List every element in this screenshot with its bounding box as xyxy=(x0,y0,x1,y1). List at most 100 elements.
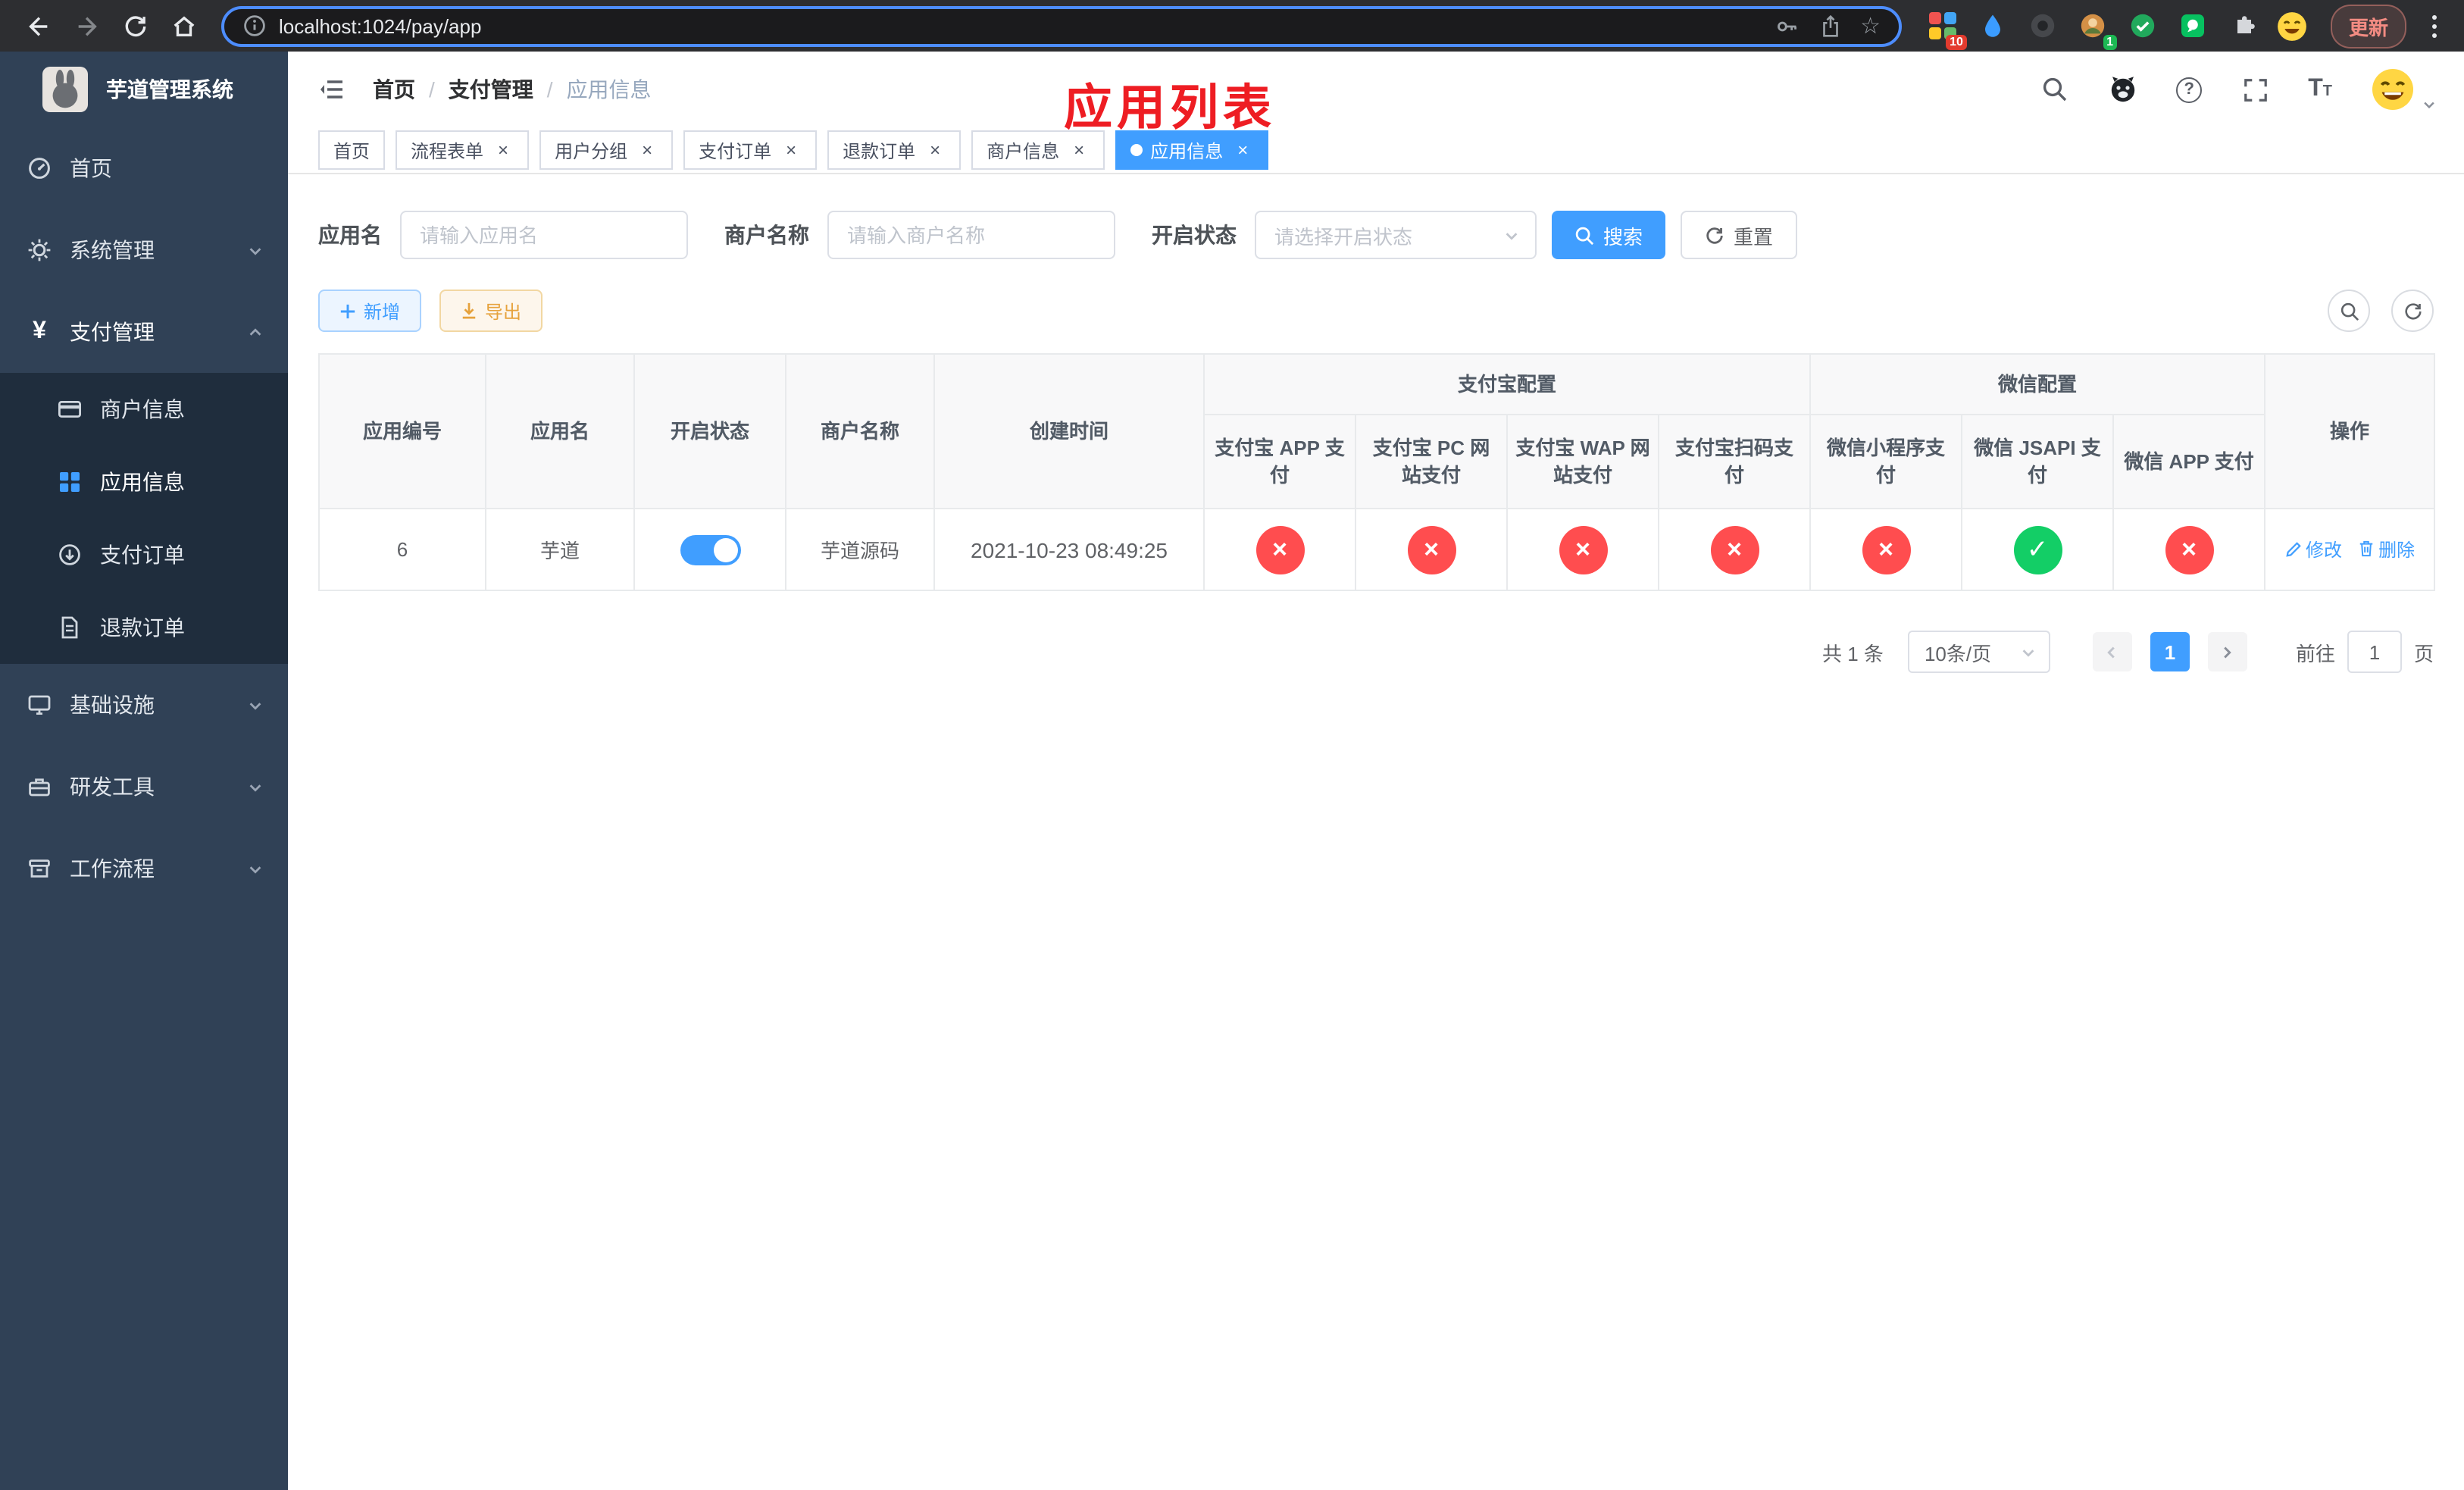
chevron-down-icon xyxy=(1506,232,1518,239)
browser-profile-smiley-icon[interactable] xyxy=(2273,6,2312,45)
avatar-smiley-icon xyxy=(2372,69,2413,110)
status-select[interactable]: 请选择开启状态 xyxy=(1255,211,1537,259)
col-app-id: 应用编号 xyxy=(318,353,486,509)
dashboard-icon xyxy=(27,156,52,180)
total-count: 共 1 条 xyxy=(1822,642,1884,665)
col-app-name: 应用名 xyxy=(485,353,635,509)
tab-app-info[interactable]: 应用信息 × xyxy=(1115,130,1269,170)
prev-page-button[interactable] xyxy=(2092,632,2132,671)
tab-home[interactable]: 首页 xyxy=(318,130,386,170)
col-actions: 操作 xyxy=(2264,353,2436,509)
merchant-name-input[interactable] xyxy=(827,211,1115,259)
chevron-up-icon xyxy=(247,324,264,340)
reload-button[interactable] xyxy=(112,5,158,47)
app-name-input[interactable] xyxy=(400,211,688,259)
table-row: 6 芋道 芋道源码 2021-10-23 08:49:25 × × × × × … xyxy=(318,508,2436,591)
cross-icon: × xyxy=(1710,525,1759,574)
close-icon[interactable]: × xyxy=(1068,139,1090,161)
refresh-table-button[interactable] xyxy=(2391,290,2434,332)
back-button[interactable] xyxy=(15,5,61,47)
archive-box-icon xyxy=(27,856,52,881)
bookmark-star-icon[interactable]: ☆ xyxy=(1860,14,1881,37)
sidebar-item-payment[interactable]: ¥ 支付管理 xyxy=(0,291,288,373)
sidebar-item-workflow[interactable]: 工作流程 xyxy=(0,828,288,909)
download-icon xyxy=(462,302,476,319)
github-icon[interactable] xyxy=(2108,74,2138,105)
tab-refund-order[interactable]: 退款订单 × xyxy=(827,130,962,170)
ext-dark-circle-icon[interactable] xyxy=(2023,6,2062,45)
sidebar-item-merchant-info[interactable]: 商户信息 xyxy=(0,373,288,446)
page-size-select[interactable]: 10条/页 xyxy=(1907,631,2050,673)
cell-merchant: 芋道源码 xyxy=(785,508,935,591)
ext-drop-icon[interactable] xyxy=(1973,6,2012,45)
address-bar[interactable]: localhost:1024/pay/app ☆ xyxy=(221,5,1902,46)
tab-merchant-info[interactable]: 商户信息 × xyxy=(971,130,1105,170)
gear-icon xyxy=(27,238,52,262)
reset-button[interactable]: 重置 xyxy=(1681,211,1798,259)
share-icon[interactable] xyxy=(1818,13,1842,39)
close-icon[interactable]: × xyxy=(492,139,514,161)
filter-form: 应用名 商户名称 开启状态 请选择开启状态 搜索 重置 xyxy=(318,211,2434,259)
tab-process-form[interactable]: 流程表单 × xyxy=(396,130,530,170)
page-number-button[interactable]: 1 xyxy=(2150,632,2190,671)
site-info-icon[interactable] xyxy=(242,14,267,38)
ext-grid-icon[interactable]: 10 xyxy=(1923,6,1967,50)
ext-wechat-icon[interactable] xyxy=(2173,6,2212,45)
close-icon[interactable]: × xyxy=(924,139,946,161)
add-button[interactable]: 新增 xyxy=(318,290,422,332)
toggle-search-button[interactable] xyxy=(2328,290,2370,332)
cell-actions: 修改 删除 xyxy=(2264,508,2436,591)
browser-toolbar: localhost:1024/pay/app ☆ 10 1 更新 xyxy=(0,0,2464,52)
status-toggle[interactable] xyxy=(680,534,740,565)
toolbox-icon xyxy=(27,775,52,799)
edit-link[interactable]: 修改 xyxy=(2284,537,2342,563)
forward-button[interactable] xyxy=(64,5,109,47)
browser-update-button[interactable]: 更新 xyxy=(2330,4,2406,48)
search-icon[interactable] xyxy=(2040,74,2070,105)
help-icon[interactable]: ? xyxy=(2176,77,2203,102)
home-button[interactable] xyxy=(161,5,206,47)
monitor-icon xyxy=(27,693,52,717)
export-button[interactable]: 导出 xyxy=(439,290,543,332)
sidebar-item-app-info[interactable]: 应用信息 xyxy=(0,446,288,518)
app-logo[interactable]: 芋道管理系统 xyxy=(0,52,288,127)
ext-profile-icon[interactable]: 1 xyxy=(2073,6,2117,50)
sidebar-item-dev-tools[interactable]: 研发工具 xyxy=(0,746,288,828)
fullscreen-icon[interactable] xyxy=(2240,74,2270,105)
trash-icon xyxy=(2359,541,2372,557)
cell-app-name: 芋道 xyxy=(485,508,635,591)
breadcrumb-payment[interactable]: 支付管理 xyxy=(449,74,533,105)
breadcrumb-home[interactable]: 首页 xyxy=(373,74,415,105)
table-toolbar: 新增 导出 xyxy=(318,290,2434,332)
col-wechat-mini: 微信小程序支付 xyxy=(1809,414,1963,509)
close-icon[interactable]: × xyxy=(1232,139,1253,161)
yen-icon: ¥ xyxy=(33,318,46,344)
extensions-puzzle-icon[interactable] xyxy=(2223,6,2262,45)
sidebar-item-home[interactable]: 首页 xyxy=(0,127,288,209)
password-key-icon[interactable] xyxy=(1774,13,1800,39)
app-name-label: 应用名 xyxy=(318,223,382,247)
navbar: 首页 / 支付管理 / 应用信息 ? TT xyxy=(288,52,2464,127)
font-size-icon[interactable]: TT xyxy=(2308,77,2332,102)
close-icon[interactable]: × xyxy=(636,139,658,161)
collapse-sidebar-icon[interactable] xyxy=(315,73,349,106)
close-icon[interactable]: × xyxy=(780,139,802,161)
sidebar-item-pay-order[interactable]: 支付订单 xyxy=(0,518,288,591)
page-content: 应用名 商户名称 开启状态 请选择开启状态 搜索 重置 xyxy=(288,174,2464,1490)
bank-card-icon xyxy=(58,397,82,421)
sidebar-item-system[interactable]: 系统管理 xyxy=(0,209,288,291)
ext-profile-badge: 1 xyxy=(2103,35,2117,50)
ext-green-check-icon[interactable] xyxy=(2123,6,2162,45)
tab-pay-order[interactable]: 支付订单 × xyxy=(683,130,818,170)
browser-menu-icon[interactable] xyxy=(2419,5,2449,47)
goto-page-input[interactable] xyxy=(2347,631,2402,673)
pencil-icon xyxy=(2285,542,2300,558)
delete-link[interactable]: 删除 xyxy=(2357,537,2415,562)
sidebar-item-refund-order[interactable]: 退款订单 xyxy=(0,591,288,664)
document-icon xyxy=(58,615,82,640)
sidebar-item-infra[interactable]: 基础设施 xyxy=(0,664,288,746)
tab-user-group[interactable]: 用户分组 × xyxy=(539,130,674,170)
next-page-button[interactable] xyxy=(2207,632,2247,671)
user-avatar[interactable] xyxy=(2370,67,2437,112)
search-button[interactable]: 搜索 xyxy=(1552,211,1666,259)
